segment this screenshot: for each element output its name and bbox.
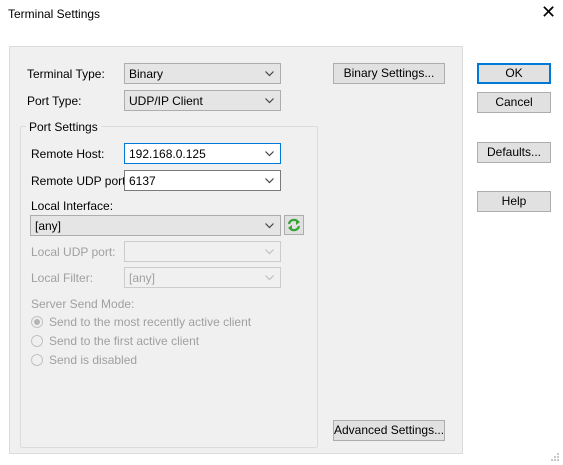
chevron-down-icon (265, 98, 274, 104)
local-filter-select: [any] (124, 267, 281, 288)
refresh-interfaces-button[interactable] (284, 215, 304, 235)
remote-host-value: 192.168.0.125 (129, 147, 206, 161)
server-send-mode-label: Server Send Mode: (31, 297, 135, 311)
remote-host-label: Remote Host: (31, 147, 105, 161)
send-first-active-radio (31, 335, 43, 347)
local-filter-label: Local Filter: (31, 271, 94, 285)
local-interface-select[interactable]: [any] (30, 215, 281, 236)
chevron-down-icon[interactable] (265, 176, 274, 185)
chevron-down-icon (265, 249, 274, 255)
refresh-icon (287, 218, 301, 232)
binary-settings-button[interactable]: Binary Settings... (333, 63, 445, 84)
remote-udp-port-input[interactable]: 6137 (124, 170, 281, 191)
port-type-label: Port Type: (27, 94, 82, 108)
defaults-button[interactable]: Defaults... (477, 142, 551, 163)
remote-host-input[interactable]: 192.168.0.125 (124, 143, 281, 164)
chevron-down-icon (265, 71, 274, 77)
remote-udp-port-label: Remote UDP port: (31, 174, 129, 188)
local-interface-label: Local Interface: (31, 199, 114, 213)
chevron-down-icon[interactable] (265, 149, 274, 158)
terminal-type-label: Terminal Type: (27, 67, 105, 81)
send-first-active-label: Send to the first active client (49, 334, 200, 348)
chevron-down-icon (265, 275, 274, 281)
terminal-type-select[interactable]: Binary (124, 63, 281, 84)
help-button[interactable]: Help (477, 191, 551, 212)
local-udp-port-select (124, 241, 281, 262)
resize-grip-icon[interactable] (550, 452, 560, 462)
port-type-value: UDP/IP Client (129, 94, 203, 108)
port-settings-group-label: Port Settings (26, 120, 101, 134)
local-filter-value: [any] (129, 271, 156, 285)
send-disabled-label: Send is disabled (49, 353, 138, 367)
local-udp-port-label: Local UDP port: (31, 245, 116, 259)
send-disabled-radio (31, 354, 43, 366)
chevron-down-icon (265, 223, 274, 229)
port-type-select[interactable]: UDP/IP Client (124, 90, 281, 111)
window-title: Terminal Settings (8, 7, 101, 21)
advanced-settings-button[interactable]: Advanced Settings... (333, 420, 445, 441)
send-most-recent-radio (31, 316, 43, 328)
ok-button[interactable]: OK (477, 63, 551, 84)
terminal-type-value: Binary (129, 67, 164, 81)
cancel-button[interactable]: Cancel (477, 92, 551, 113)
local-interface-value: [any] (35, 219, 62, 233)
send-most-recent-label: Send to the most recently active client (49, 315, 252, 329)
close-icon[interactable]: ✕ (541, 3, 556, 21)
remote-udp-port-value: 6137 (129, 174, 156, 188)
